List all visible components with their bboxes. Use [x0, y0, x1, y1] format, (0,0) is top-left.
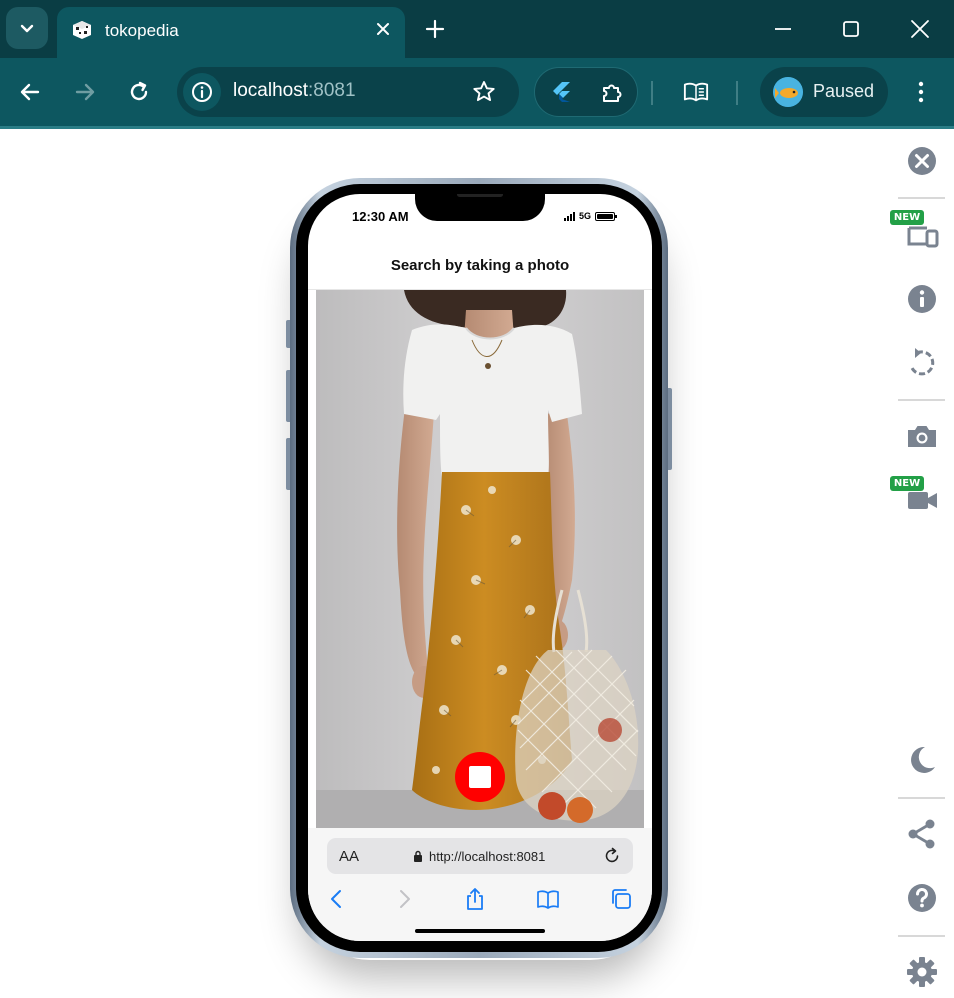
browser-tab[interactable]: tokopedia — [57, 7, 405, 58]
phone-notch — [415, 194, 545, 221]
lock-icon — [414, 850, 422, 862]
reload-icon[interactable] — [126, 79, 152, 105]
page-title: Search by taking a photo — [390, 257, 570, 274]
help-icon[interactable] — [905, 881, 939, 915]
browser-titlebar: tokopedia — [0, 0, 954, 58]
phone-screen: 12:30 AM 5G Search by taking a photo AA … — [308, 194, 652, 941]
battery-icon — [595, 211, 618, 221]
profile-label: Paused — [813, 81, 875, 101]
tokopedia-favicon-icon — [73, 21, 91, 39]
safari-back-icon[interactable] — [325, 887, 349, 911]
maximize-icon[interactable] — [840, 18, 862, 40]
url-host: localhost — [233, 80, 308, 101]
safari-bookmarks-icon[interactable] — [536, 887, 560, 911]
safari-share-icon[interactable] — [463, 887, 487, 911]
close-window-icon[interactable] — [909, 18, 931, 40]
chevron-down-icon — [20, 24, 34, 33]
profile-avatar — [773, 77, 803, 107]
info-icon[interactable] — [905, 282, 939, 316]
tab-title: tokopedia — [105, 21, 179, 40]
phone-speaker — [457, 194, 503, 197]
signal-bars-icon — [564, 211, 575, 221]
reading-mode-icon[interactable] — [683, 79, 709, 105]
stop-recording-button[interactable] — [455, 752, 505, 802]
stop-square-icon — [469, 766, 491, 788]
new-badge: NEW — [890, 210, 924, 225]
panel-separator — [898, 935, 945, 937]
minimize-icon[interactable] — [772, 18, 794, 40]
panel-separator — [898, 399, 945, 401]
close-icon[interactable] — [905, 144, 939, 178]
camera-preview-image — [316, 290, 644, 828]
home-indicator — [415, 929, 545, 933]
toolbar-divider — [651, 81, 653, 105]
safari-bottom-bar: AA http://localhost:8081 — [308, 828, 652, 941]
fish-avatar-icon — [773, 77, 803, 107]
safari-tabs-icon[interactable] — [609, 887, 633, 911]
panel-separator — [898, 197, 945, 199]
tab-search-button[interactable] — [6, 7, 48, 49]
browser-toolbar: localhost:8081 Paused — [0, 58, 954, 126]
toolbar-divider — [736, 81, 738, 105]
address-url: localhost:8081 — [233, 80, 356, 102]
rotate-icon[interactable] — [905, 346, 939, 380]
extensions-group — [534, 67, 638, 117]
safari-reload-icon[interactable] — [603, 847, 621, 865]
battery-level — [597, 213, 614, 219]
dark-mode-icon[interactable] — [905, 743, 939, 777]
new-badge: NEW — [890, 476, 924, 491]
share-icon[interactable] — [905, 817, 939, 851]
status-indicators: 5G — [564, 210, 618, 222]
puzzle-extensions-icon[interactable] — [599, 80, 625, 106]
bookmark-star-icon[interactable] — [471, 79, 497, 105]
settings-icon[interactable] — [905, 955, 939, 989]
panel-separator — [898, 797, 945, 799]
safari-forward-icon[interactable] — [392, 887, 416, 911]
flutter-extension-icon[interactable] — [548, 80, 572, 104]
network-type: 5G — [579, 211, 592, 221]
kebab-menu-icon[interactable] — [908, 79, 934, 105]
text-size-button[interactable]: AA — [339, 848, 359, 865]
close-tab-icon[interactable] — [372, 18, 394, 40]
forward-arrow-icon[interactable] — [72, 79, 98, 105]
safari-address-bar[interactable]: AA http://localhost:8081 — [327, 838, 633, 874]
camera-preview[interactable] — [316, 290, 644, 828]
safari-url: http://localhost:8081 — [429, 849, 546, 864]
address-bar[interactable]: localhost:8081 — [177, 67, 519, 117]
info-circle-icon — [192, 82, 212, 102]
back-arrow-icon[interactable] — [17, 79, 43, 105]
toolbar-edge — [0, 126, 954, 129]
camera-icon[interactable] — [905, 419, 939, 453]
site-info-button[interactable] — [183, 73, 221, 111]
new-tab-icon[interactable] — [422, 16, 448, 42]
url-port: :8081 — [308, 80, 356, 101]
profile-button[interactable]: Paused — [760, 67, 888, 117]
status-time: 12:30 AM — [352, 209, 409, 224]
